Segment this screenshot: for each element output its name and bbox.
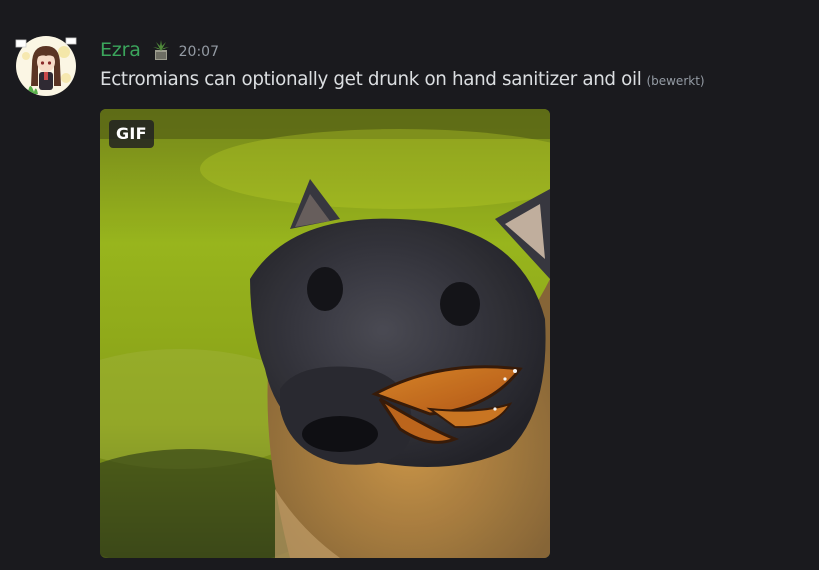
message-header: Ezra 20:07 — [100, 36, 219, 64]
user-avatar[interactable] — [14, 34, 78, 98]
chat-message: Ezra 20:07 Ectromians can optionally get… — [0, 0, 819, 570]
message-content: Ectromians can optionally get drunk on h… — [100, 69, 705, 90]
plant-role-icon[interactable] — [149, 38, 173, 62]
gif-attachment[interactable]: GIF — [100, 109, 550, 558]
username[interactable]: Ezra — [100, 39, 141, 61]
message-text: Ectromians can optionally get drunk on h… — [100, 69, 642, 90]
edited-label: (bewerkt) — [646, 74, 705, 88]
dog-with-butterfly-image — [100, 109, 550, 558]
timestamp: 20:07 — [178, 43, 219, 60]
anime-girl-avatar-icon — [15, 36, 77, 96]
gif-badge: GIF — [109, 120, 154, 148]
